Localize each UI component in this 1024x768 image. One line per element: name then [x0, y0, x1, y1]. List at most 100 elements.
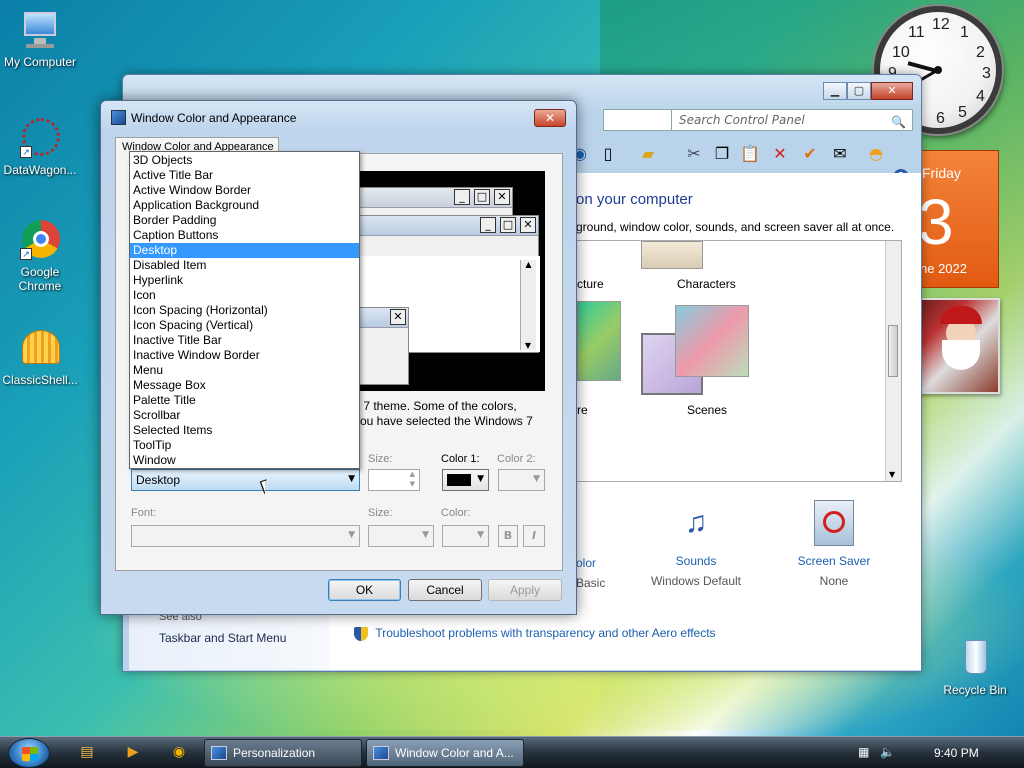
- desktop-icon-datawagon[interactable]: ↗ DataWagon...: [0, 116, 80, 177]
- bold-button[interactable]: B: [498, 525, 518, 547]
- chrome-taskbar-icon[interactable]: ◉: [170, 743, 188, 761]
- font-color-picker[interactable]: ▼: [442, 525, 489, 547]
- datawagon-icon: ↗: [18, 116, 62, 160]
- dropdown-item[interactable]: Scrollbar: [130, 408, 359, 423]
- task-window-color[interactable]: Window Color and A...: [366, 739, 524, 767]
- italic-button[interactable]: I: [523, 525, 545, 547]
- window-caption-buttons: ▁ ▢ ✕: [823, 82, 913, 100]
- start-button[interactable]: [8, 738, 50, 768]
- color2-picker[interactable]: ▼: [498, 469, 545, 491]
- color1-picker[interactable]: ▼: [442, 469, 489, 491]
- themes-gallery[interactable]: cture Characters re Scenes ▼: [576, 240, 902, 482]
- font-select[interactable]: ▼: [131, 525, 360, 547]
- shortcut-arrow-icon: ↗: [20, 146, 32, 158]
- font-size-select[interactable]: ▼: [368, 525, 434, 547]
- taskbar-link[interactable]: Taskbar and Start Menu: [159, 631, 286, 645]
- shell-toolbar-icon[interactable]: ◓: [865, 143, 887, 165]
- dropdown-item[interactable]: 3D Objects: [130, 153, 359, 168]
- dropdown-item[interactable]: Caption Buttons: [130, 228, 359, 243]
- dropdown-item[interactable]: Icon: [130, 288, 359, 303]
- item-label: Sounds: [675, 554, 717, 568]
- sounds-item[interactable]: ♫ Sounds Windows Default: [646, 500, 746, 588]
- clock-number: 2: [976, 44, 985, 61]
- dropdown-item[interactable]: Selected Items: [130, 423, 359, 438]
- preview-message-box: ✕: [353, 307, 409, 385]
- desktop-icon-recycle-bin[interactable]: Recycle Bin: [935, 636, 1015, 697]
- search-input[interactable]: Search Control Panel 🔍: [671, 109, 913, 131]
- chevron-down-icon: ▼: [348, 474, 355, 484]
- chevron-down-icon: ▼: [477, 530, 484, 540]
- item-dropdown-list[interactable]: 3D Objects Active Title Bar Active Window …: [129, 151, 360, 469]
- volume-icon[interactable]: 🔈: [880, 745, 895, 759]
- desktop-icon-google-chrome[interactable]: ↗ Google Chrome: [0, 218, 80, 293]
- chevron-down-icon: ▼: [348, 530, 355, 540]
- delete-icon[interactable]: ✕: [769, 143, 791, 165]
- media-player-icon[interactable]: ▶: [124, 743, 142, 761]
- maximize-button[interactable]: ▢: [847, 82, 871, 100]
- color1-swatch: [447, 474, 471, 486]
- calendar-gadget[interactable]: Friday 3 ne 2022: [915, 150, 999, 288]
- scissors-icon[interactable]: ✂: [683, 143, 705, 165]
- minimize-button[interactable]: ▁: [823, 82, 847, 100]
- page-heading: on your computer: [576, 191, 693, 208]
- panel-icon[interactable]: ▯: [597, 143, 619, 165]
- desktop-icon-label: Recycle Bin: [943, 683, 1007, 697]
- check-icon[interactable]: ✔: [799, 143, 821, 165]
- mail-icon[interactable]: ✉: [829, 143, 851, 165]
- dropdown-item[interactable]: Window: [130, 453, 359, 468]
- size-stepper[interactable]: ▲ ▼: [368, 469, 420, 491]
- shield-icon: [354, 626, 368, 641]
- dropdown-item[interactable]: Menu: [130, 363, 359, 378]
- paste-icon[interactable]: 📋: [739, 143, 761, 165]
- dropdown-item[interactable]: Border Padding: [130, 213, 359, 228]
- copy-icon[interactable]: ❐: [711, 143, 733, 165]
- cancel-button[interactable]: Cancel: [408, 579, 482, 601]
- theme-thumbnail[interactable]: [675, 305, 749, 377]
- themes-scrollbar[interactable]: ▼: [885, 241, 901, 481]
- task-personalization[interactable]: Personalization: [204, 739, 362, 767]
- dropdown-item[interactable]: Inactive Title Bar: [130, 333, 359, 348]
- desktop-icon-classicshell[interactable]: ClassicShell...: [0, 326, 80, 387]
- dropdown-item[interactable]: Message Box: [130, 378, 359, 393]
- task-label: Personalization: [233, 746, 316, 760]
- close-button[interactable]: ✕: [871, 82, 913, 100]
- desktop-icon-label: ClassicShell...: [2, 373, 78, 387]
- dropdown-item[interactable]: Icon Spacing (Vertical): [130, 318, 359, 333]
- apply-button[interactable]: Apply: [488, 579, 562, 601]
- network-icon[interactable]: ▦: [858, 745, 869, 759]
- desktop-icon-label: DataWagon...: [3, 163, 77, 177]
- dropdown-item[interactable]: Inactive Window Border: [130, 348, 359, 363]
- explorer-icon[interactable]: ▤: [78, 743, 96, 761]
- font-size-label: Size:: [368, 507, 393, 519]
- clock-number: 10: [892, 44, 910, 61]
- folder-icon[interactable]: ▰: [637, 143, 659, 165]
- dropdown-item[interactable]: Disabled Item: [130, 258, 359, 273]
- dropdown-item[interactable]: Hyperlink: [130, 273, 359, 288]
- dropdown-item[interactable]: Application Background: [130, 198, 359, 213]
- theme-thumbnail[interactable]: [577, 301, 621, 381]
- dropdown-item[interactable]: Palette Title: [130, 393, 359, 408]
- ok-button[interactable]: OK: [328, 579, 401, 601]
- dropdown-item[interactable]: Active Title Bar: [130, 168, 359, 183]
- troubleshoot-link[interactable]: Troubleshoot problems with transparency …: [375, 626, 715, 640]
- dropdown-item[interactable]: ToolTip: [130, 438, 359, 453]
- slideshow-gadget[interactable]: [918, 298, 1000, 394]
- screen-saver-item[interactable]: Screen Saver None: [784, 500, 884, 588]
- theme-label: Characters: [677, 277, 736, 291]
- desktop-icon-my-computer[interactable]: My Computer: [0, 8, 80, 69]
- item-select[interactable]: Desktop ▼: [131, 469, 360, 491]
- item-value: Windows Default: [650, 574, 742, 588]
- dropdown-item[interactable]: Active Window Border: [130, 183, 359, 198]
- calendar-weekday: Friday: [922, 165, 961, 181]
- window-color-item[interactable]: olor Basic: [576, 556, 616, 590]
- theme-thumbnail[interactable]: [641, 241, 703, 269]
- dropdown-item[interactable]: Desktop: [130, 243, 359, 258]
- clock-number: 4: [976, 88, 985, 105]
- clock-time[interactable]: 9:40 PM: [934, 746, 979, 760]
- item-value: None: [819, 574, 849, 588]
- search-placeholder: Search Control Panel: [679, 113, 805, 127]
- troubleshoot-row[interactable]: Troubleshoot problems with transparency …: [354, 626, 716, 641]
- item-select-value: Desktop: [136, 473, 181, 487]
- dropdown-item[interactable]: Icon Spacing (Horizontal): [130, 303, 359, 318]
- dialog-close-button[interactable]: ✕: [534, 109, 566, 127]
